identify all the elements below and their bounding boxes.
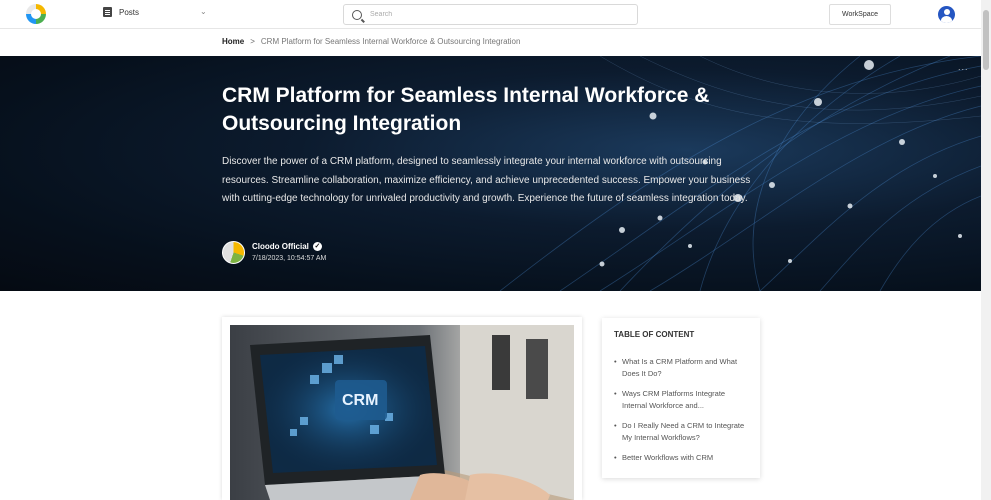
posts-icon (103, 7, 112, 17)
article-image: CRM (230, 325, 574, 500)
verified-icon: ✓ (312, 242, 322, 251)
top-bar: Posts ⌄ WorkSpace (0, 0, 981, 29)
hero-banner: ... CRM Platform for Seamless Internal W… (0, 56, 981, 291)
laptop-illustration: CRM (250, 325, 574, 500)
more-options-icon[interactable]: ... (958, 62, 969, 72)
search-box[interactable] (343, 4, 638, 25)
workspace-button[interactable]: WorkSpace (829, 4, 891, 25)
crm-screen-text: CRM (342, 392, 378, 409)
toc-title: TABLE OF CONTENT (614, 330, 695, 339)
posts-label: Posts (119, 7, 140, 17)
toc-item[interactable]: Do I Really Need a CRM to Integrate My I… (614, 420, 748, 443)
breadcrumb-separator: > (250, 37, 255, 46)
toc-item[interactable]: What Is a CRM Platform and What Does It … (614, 356, 748, 379)
author-avatar[interactable] (222, 241, 245, 264)
breadcrumb-current: CRM Platform for Seamless Internal Workf… (260, 37, 521, 46)
search-icon (352, 9, 362, 20)
user-account-icon[interactable] (938, 6, 955, 23)
table-of-content: TABLE OF CONTENT What Is a CRM Platform … (602, 318, 760, 478)
publish-date: 7/18/2023, 10:54:57 AM (252, 255, 327, 262)
hero-description: Discover the power of a CRM platform, de… (222, 156, 751, 204)
scrollbar-thumb[interactable] (983, 10, 989, 70)
breadcrumb: Home > CRM Platform for Seamless Interna… (222, 37, 520, 46)
toc-item[interactable]: Better Workflows with CRM (614, 452, 748, 464)
search-input[interactable] (370, 11, 620, 18)
posts-nav[interactable]: Posts (103, 7, 139, 17)
breadcrumb-home[interactable]: Home (222, 37, 244, 46)
author-name-row[interactable]: Cloodo Official ✓ (252, 242, 322, 251)
logo-icon[interactable] (26, 4, 46, 24)
toc-item[interactable]: Ways CRM Platforms Integrate Internal Wo… (614, 388, 748, 411)
chevron-down-icon[interactable]: ⌄ (200, 7, 207, 16)
scrollbar[interactable] (981, 0, 991, 500)
author-name: Cloodo Official (252, 242, 309, 251)
article-image-card: CRM (222, 317, 582, 500)
page-title: CRM Platform for Seamless Internal Workf… (222, 84, 710, 135)
toc-list: What Is a CRM Platform and What Does It … (614, 356, 748, 473)
